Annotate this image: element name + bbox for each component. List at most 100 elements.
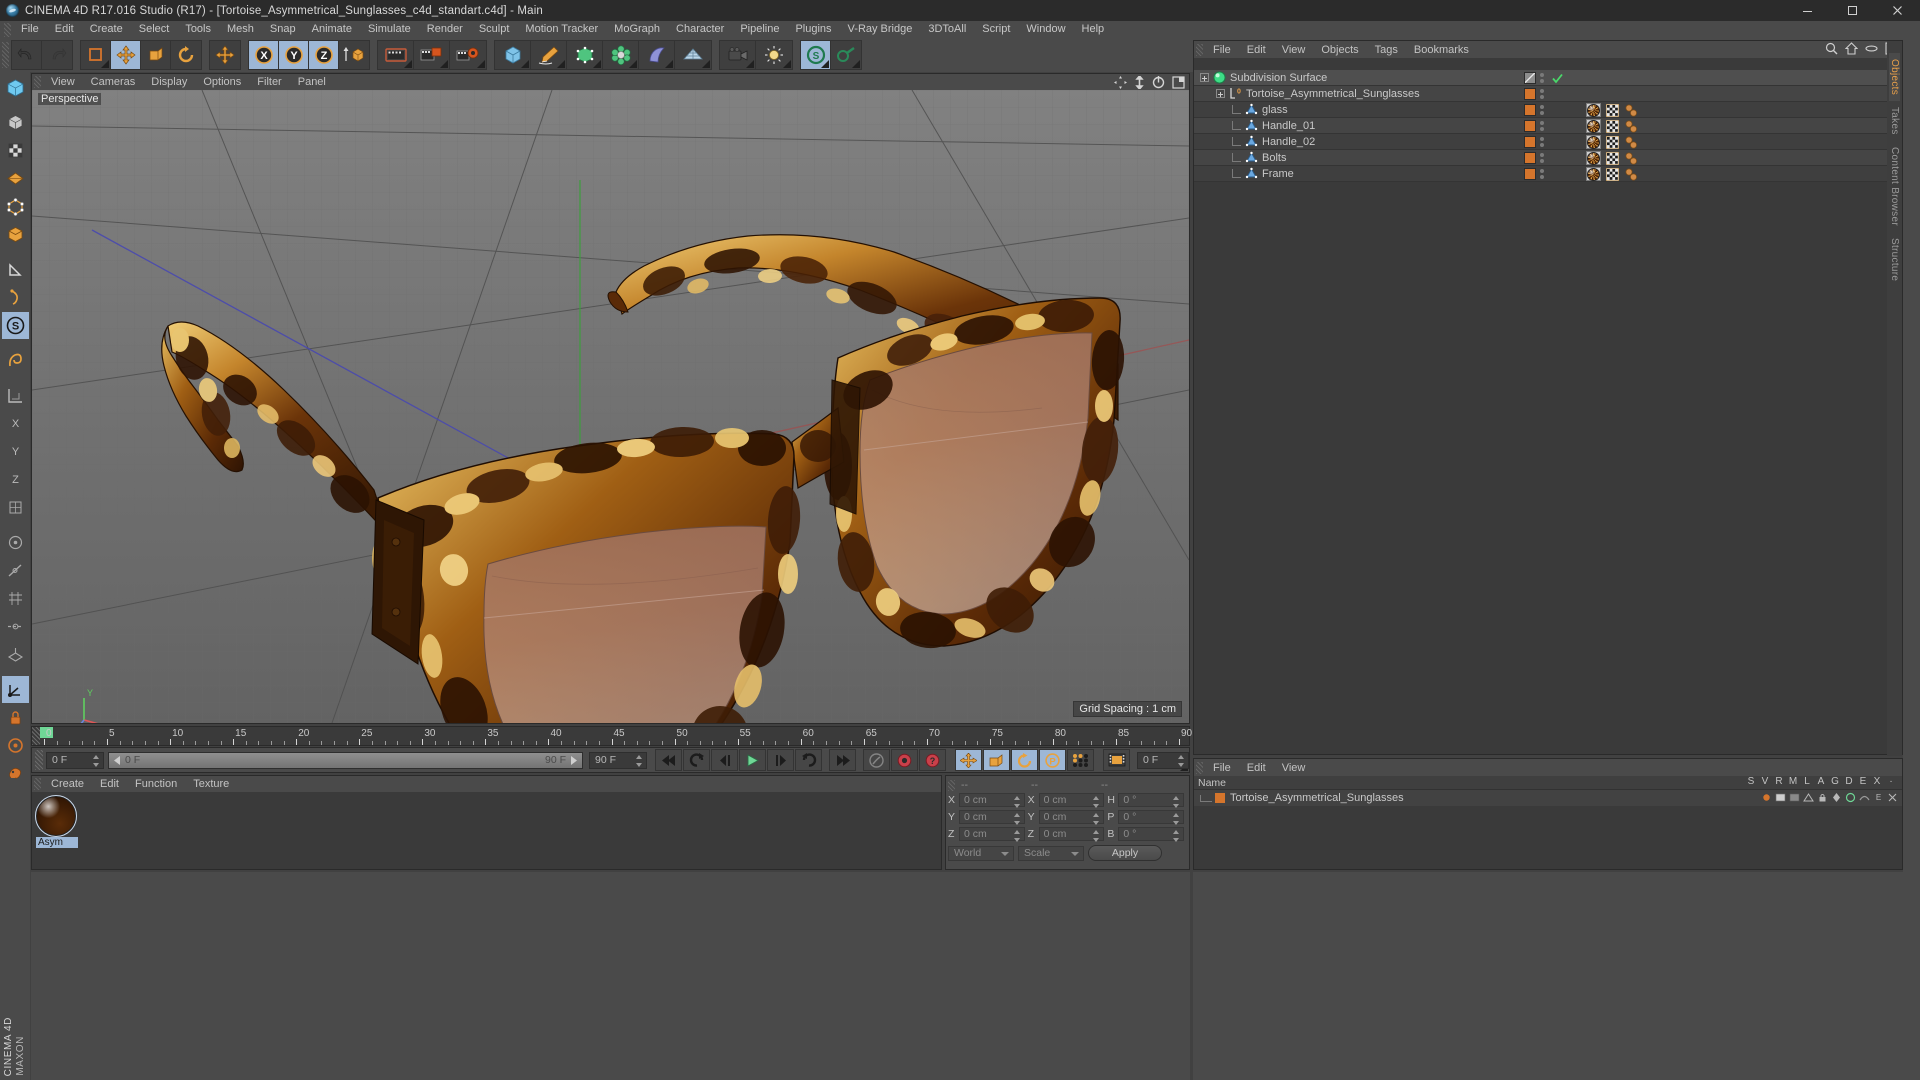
- spinner-rot-h[interactable]: [1173, 796, 1180, 808]
- object-row[interactable]: Subdivision Surface: [1194, 70, 1902, 86]
- object-menu-bookmarks[interactable]: Bookmarks: [1406, 42, 1477, 58]
- coord-field-size-y[interactable]: 0 cm: [1038, 810, 1105, 825]
- viewport-menu-options[interactable]: Options: [195, 74, 249, 90]
- object-color-swatch[interactable]: [1524, 152, 1536, 164]
- render-icon[interactable]: [1789, 792, 1800, 803]
- spinner-rot-p[interactable]: [1173, 813, 1180, 825]
- object-tree[interactable]: Subdivision Surface 0 Tortoise_Asymmetrica…: [1194, 70, 1902, 182]
- object-dots-icon[interactable]: [1539, 137, 1545, 147]
- object-color-swatch[interactable]: [1524, 120, 1536, 132]
- structure-column-header-cell[interactable]: R: [1772, 776, 1786, 787]
- vray-render-button[interactable]: [831, 41, 861, 69]
- lock-axis-button[interactable]: [2, 704, 29, 731]
- spinner-pos-z[interactable]: [1013, 830, 1021, 842]
- render-view-button[interactable]: [378, 41, 414, 69]
- menu-create[interactable]: Create: [82, 21, 131, 38]
- viewport-menu-cameras[interactable]: Cameras: [83, 74, 144, 90]
- axis-lock-x-button[interactable]: X: [2, 410, 29, 437]
- end-frame-spinner[interactable]: [636, 754, 643, 767]
- menu-window[interactable]: Window: [1018, 21, 1073, 38]
- expander-icon[interactable]: [1216, 89, 1225, 98]
- step-back-button[interactable]: [711, 749, 738, 771]
- snap-toggle-button[interactable]: [2, 347, 29, 374]
- vray-bridge-button[interactable]: S: [801, 41, 831, 69]
- viewport-menu-panel[interactable]: Panel: [290, 74, 334, 90]
- live-selection-button[interactable]: [81, 41, 111, 69]
- structure-row[interactable]: Tortoise_Asymmetrical_Sunglasses E: [1194, 790, 1902, 806]
- axis-lock-z-button[interactable]: Z: [2, 466, 29, 493]
- transport-grip-handle[interactable]: [35, 750, 43, 770]
- animation-icon[interactable]: [1831, 792, 1842, 803]
- structure-column-header-cell[interactable]: A: [1814, 776, 1828, 787]
- lock-z-axis-button[interactable]: Z: [309, 41, 339, 69]
- autokey-button[interactable]: [863, 749, 890, 771]
- generator-icon[interactable]: [1845, 792, 1856, 803]
- zoom-view-icon[interactable]: [1134, 75, 1145, 89]
- cube-primitive-button[interactable]: [495, 41, 531, 69]
- move-axis-button[interactable]: [210, 41, 240, 69]
- structure-column-header-cell[interactable]: E: [1856, 776, 1870, 787]
- dock-tab-objects[interactable]: Objects: [1889, 53, 1900, 102]
- search-icon[interactable]: [1825, 42, 1838, 55]
- structure-column-header-cell[interactable]: ·: [1884, 776, 1898, 787]
- menu-sculpt[interactable]: Sculpt: [471, 21, 518, 38]
- expander-icon[interactable]: [1200, 73, 1209, 82]
- structure-column-header-cell[interactable]: L: [1800, 776, 1814, 787]
- scale-tool-button[interactable]: [141, 41, 171, 69]
- step-forward-button[interactable]: [767, 749, 794, 771]
- camera-button[interactable]: [720, 41, 756, 69]
- viewport-grip-handle[interactable]: [34, 76, 41, 88]
- make-preview-button[interactable]: [1103, 749, 1130, 771]
- enable-axis-button[interactable]: [1, 676, 29, 703]
- ellipse-icon[interactable]: [1865, 42, 1878, 55]
- object-dots-icon[interactable]: [1539, 73, 1545, 83]
- material-menu-create[interactable]: Create: [43, 776, 92, 792]
- coord-field-size-z[interactable]: 0 cm: [1038, 827, 1105, 842]
- rotate-view-icon[interactable]: [1152, 75, 1165, 89]
- viewport-canvas[interactable]: Y X Z Perspective Grid Spacing : 1 cm: [32, 90, 1189, 723]
- make-editable-button[interactable]: [2, 74, 29, 101]
- world-object-coordinates-button[interactable]: [339, 41, 369, 69]
- menu-select[interactable]: Select: [131, 21, 178, 38]
- structure-column-header-cell[interactable]: M: [1786, 776, 1800, 787]
- spinner-size-y[interactable]: [1093, 813, 1100, 825]
- coord-field-pos-x[interactable]: 0 cm: [959, 793, 1025, 808]
- move-tool-button[interactable]: [111, 41, 141, 69]
- object-row[interactable]: Handle_02: [1194, 134, 1902, 150]
- nurbs-generator-button[interactable]: [567, 41, 603, 69]
- menu-mograph[interactable]: MoGraph: [606, 21, 668, 38]
- menu-pipeline[interactable]: Pipeline: [732, 21, 787, 38]
- timeline-range-slider[interactable]: 0 F 90 F: [108, 751, 583, 769]
- viewport-menu-filter[interactable]: Filter: [249, 74, 289, 90]
- coordinate-manager-grip[interactable]: [948, 779, 955, 791]
- expression-icon[interactable]: E: [1873, 792, 1884, 803]
- deformer-button[interactable]: [603, 41, 639, 69]
- viewport-menu-view[interactable]: View: [43, 74, 83, 90]
- menu-3dtoall[interactable]: 3DToAll: [920, 21, 974, 38]
- key-parameter-button[interactable]: P: [1039, 749, 1066, 771]
- structure-column-header-cell[interactable]: X: [1870, 776, 1884, 787]
- key-rotation-button[interactable]: [1011, 749, 1038, 771]
- environment-button[interactable]: [639, 41, 675, 69]
- menu-animate[interactable]: Animate: [304, 21, 360, 38]
- light-button[interactable]: [756, 41, 792, 69]
- check-icon[interactable]: [1552, 73, 1563, 84]
- key-selection-button[interactable]: [1067, 749, 1094, 771]
- scene-objects-button[interactable]: [675, 41, 711, 69]
- object-menu-file[interactable]: File: [1205, 42, 1239, 58]
- structure-menu-view[interactable]: View: [1274, 760, 1314, 776]
- dot-toggle-icon[interactable]: [1761, 792, 1772, 803]
- menu-snap[interactable]: Snap: [262, 21, 304, 38]
- object-menu-edit[interactable]: Edit: [1239, 42, 1274, 58]
- structure-column-header-cell[interactable]: D: [1842, 776, 1856, 787]
- object-color-swatch[interactable]: [1524, 168, 1536, 180]
- coordinate-system-select[interactable]: World: [948, 845, 1014, 861]
- menu-plugins[interactable]: Plugins: [787, 21, 839, 38]
- home-icon[interactable]: [1845, 42, 1858, 55]
- range-left-handle-icon[interactable]: [113, 755, 122, 765]
- toolbar-grip-handle[interactable]: [2, 42, 9, 68]
- model-mode-button[interactable]: [2, 109, 29, 136]
- maximize-button[interactable]: [1830, 0, 1875, 21]
- viewport-menu-display[interactable]: Display: [143, 74, 195, 90]
- menu-edit[interactable]: Edit: [47, 21, 82, 38]
